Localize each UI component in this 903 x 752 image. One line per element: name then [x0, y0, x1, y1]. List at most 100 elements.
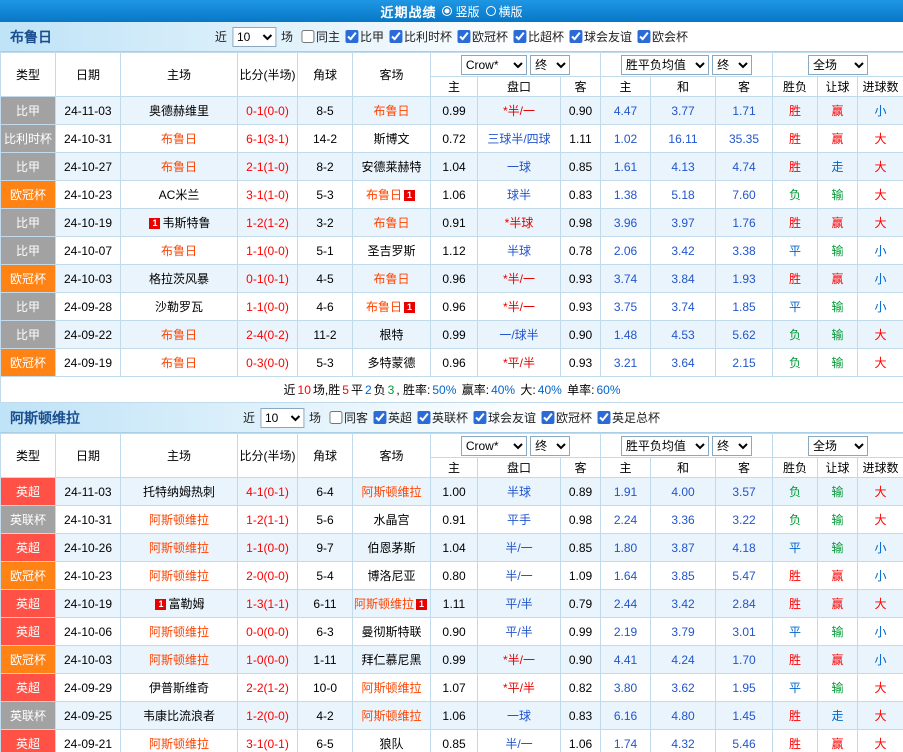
home-team-name[interactable]: 阿斯顿维拉 [149, 653, 209, 667]
away-team-name[interactable]: 博洛尼亚 [367, 569, 415, 583]
odds-provider-select[interactable]: Crow* [460, 54, 527, 75]
home-team-name[interactable]: 托特纳姆热刺 [143, 485, 215, 499]
away-team-name[interactable]: 布鲁日 [373, 104, 409, 118]
radio-vertical-label: 竖版 [455, 4, 480, 19]
handicap-cell: 平手 [477, 505, 561, 534]
final-euro-select[interactable]: 终 [712, 54, 753, 75]
home-team-name[interactable]: 韦康比流浪者 [143, 709, 215, 723]
checkbox-input[interactable] [541, 410, 555, 424]
checkbox-input[interactable] [569, 29, 583, 43]
result-wdl-cell: 负 [772, 320, 819, 349]
league-filter-checkbox[interactable]: 英联杯 [417, 409, 468, 426]
home-team-name[interactable]: 布鲁日 [161, 244, 197, 258]
league-filter-checkbox[interactable]: 比甲 [344, 28, 384, 45]
home-team-name[interactable]: AC米兰 [159, 188, 200, 202]
final-odds-select[interactable]: 终 [530, 435, 571, 456]
away-team-name[interactable]: 狼队 [379, 737, 403, 751]
checkbox-input[interactable] [344, 29, 358, 43]
checkbox-input[interactable] [473, 410, 487, 424]
league-filter-checkbox[interactable]: 比超杯 [513, 28, 564, 45]
league-filter-checkbox[interactable]: 球会友谊 [569, 28, 632, 45]
odds-provider-select[interactable]: Crow* [460, 435, 527, 456]
home-team-name[interactable]: 阿斯顿维拉 [149, 541, 209, 555]
layout-radio-vertical[interactable]: 竖版 [442, 3, 480, 20]
recent-count-select[interactable]: 10 [231, 26, 276, 47]
away-team-name[interactable]: 阿斯顿维拉 [361, 485, 421, 499]
home-team-name[interactable]: 阿斯顿维拉 [149, 737, 209, 751]
checkbox-input[interactable] [597, 410, 611, 424]
home-team-name[interactable]: 布鲁日 [161, 356, 197, 370]
league-type-cell: 比甲 [0, 208, 56, 237]
asia-home-odds: 1.07 [430, 673, 478, 702]
checkbox-input[interactable] [457, 29, 471, 43]
checkbox-input[interactable] [637, 29, 651, 43]
away-team-name[interactable]: 布鲁日 [373, 216, 409, 230]
result-handicap-cell: 赢 [817, 124, 859, 153]
euro-away-odds: 1.76 [714, 208, 774, 237]
recent-count-select[interactable]: 10 [259, 407, 304, 428]
league-filter-checkbox[interactable]: 同客 [328, 409, 368, 426]
league-filter-checkbox[interactable]: 欧冠杯 [457, 28, 508, 45]
league-filter-checkbox[interactable]: 球会友谊 [473, 409, 536, 426]
away-team-name[interactable]: 圣吉罗斯 [367, 244, 415, 258]
fullmatch-select[interactable]: 全场 [808, 54, 869, 75]
home-team-name[interactable]: 布鲁日 [161, 132, 197, 146]
home-team-name[interactable]: 沙勒罗瓦 [155, 300, 203, 314]
home-team-name[interactable]: 阿斯顿维拉 [149, 569, 209, 583]
corner-cell: 6-3 [297, 617, 353, 646]
away-team-name[interactable]: 安德莱赫特 [361, 160, 421, 174]
home-team-name[interactable]: 布鲁日 [161, 160, 197, 174]
league-filter-checkbox[interactable]: 欧会杯 [637, 28, 688, 45]
home-team-name[interactable]: 韦斯特鲁 [162, 216, 210, 230]
home-team-name[interactable]: 格拉茨风暴 [149, 272, 209, 286]
home-team-name[interactable]: 布鲁日 [161, 328, 197, 342]
away-team-name[interactable]: 布鲁日 [366, 188, 402, 202]
away-team-name[interactable]: 布鲁日 [373, 272, 409, 286]
asia-away-odds: 0.85 [560, 533, 601, 562]
away-team-name[interactable]: 阿斯顿维拉 [361, 709, 421, 723]
score-cell: 1-1(0-0) [237, 533, 298, 562]
score-cell: 3-1(0-1) [237, 729, 298, 752]
home-team-name[interactable]: 奥德赫维里 [149, 104, 209, 118]
checkbox-input[interactable] [328, 410, 342, 424]
away-team-name[interactable]: 布鲁日 [366, 300, 402, 314]
league-filter-checkbox[interactable]: 英超 [372, 409, 412, 426]
euro-home-odds: 1.48 [600, 320, 651, 349]
away-team-name[interactable]: 根特 [379, 328, 403, 342]
league-filter-checkbox[interactable]: 英足总杯 [597, 409, 660, 426]
fullmatch-select[interactable]: 全场 [808, 435, 869, 456]
score-cell: 3-1(1-0) [237, 180, 298, 209]
away-team-name[interactable]: 拜仁慕尼黑 [361, 653, 421, 667]
final-odds-select[interactable]: 终 [530, 54, 571, 75]
checkbox-input[interactable] [300, 29, 314, 43]
away-team-name[interactable]: 阿斯顿维拉 [361, 681, 421, 695]
checkbox-input[interactable] [372, 410, 386, 424]
away-team-name[interactable]: 曼彻斯特联 [361, 625, 421, 639]
euro-away-odds: 5.46 [714, 729, 774, 752]
checkbox-label: 比利时杯 [403, 29, 453, 44]
result-wdl-cell: 胜 [772, 208, 819, 237]
checkbox-input[interactable] [513, 29, 527, 43]
away-team-name[interactable]: 阿斯顿维拉 [354, 597, 414, 611]
away-team-name[interactable]: 多特蒙德 [367, 356, 415, 370]
euro-mean-select[interactable]: 胜平负均值 [620, 435, 709, 456]
home-team-name[interactable]: 阿斯顿维拉 [149, 513, 209, 527]
home-team-cell: 布鲁日 [120, 124, 238, 153]
home-team-name[interactable]: 富勒姆 [168, 597, 204, 611]
home-team-name[interactable]: 伊普斯维奇 [149, 681, 209, 695]
away-team-name[interactable]: 伯恩茅斯 [367, 541, 415, 555]
away-team-cell: 阿斯顿维拉 1 [352, 589, 431, 618]
euro-mean-select[interactable]: 胜平负均值 [620, 54, 709, 75]
checkbox-input[interactable] [417, 410, 430, 424]
checkbox-input[interactable] [388, 29, 402, 43]
away-team-name[interactable]: 水晶宫 [373, 513, 409, 527]
home-team-name[interactable]: 阿斯顿维拉 [149, 625, 209, 639]
league-filter-checkbox[interactable]: 同主 [300, 28, 340, 45]
league-filter-checkbox[interactable]: 比利时杯 [388, 28, 453, 45]
away-team-name[interactable]: 斯博文 [373, 132, 409, 146]
layout-radio-horizontal[interactable]: 横版 [485, 3, 523, 20]
league-filter-checkbox[interactable]: 欧冠杯 [541, 409, 592, 426]
league-type-cell: 比利时杯 [0, 124, 56, 153]
score-cell: 4-1(0-1) [237, 477, 298, 506]
final-euro-select[interactable]: 终 [712, 435, 753, 456]
